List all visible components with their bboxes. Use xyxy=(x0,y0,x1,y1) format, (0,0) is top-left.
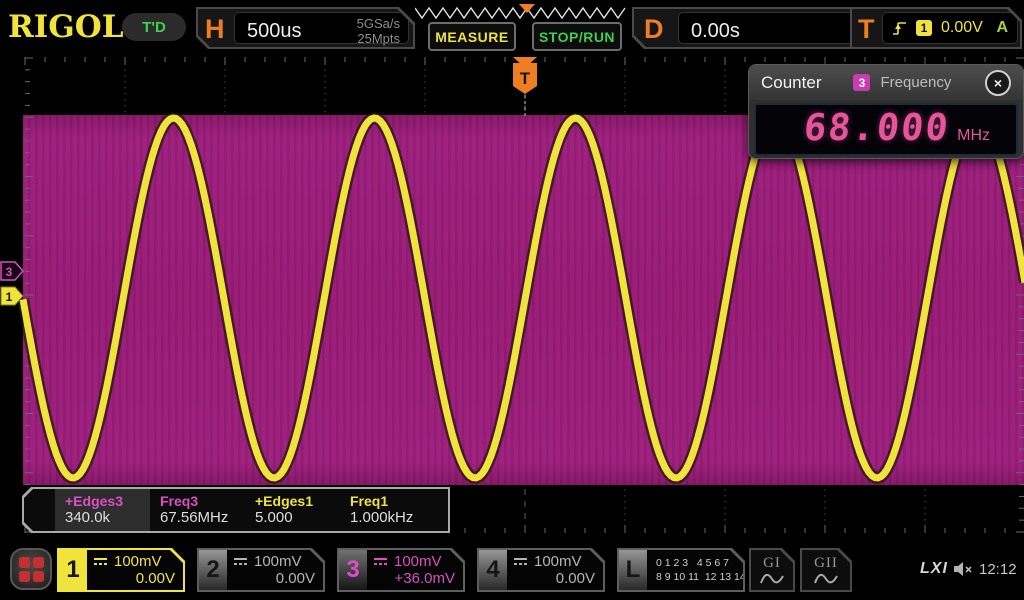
acquisition-info: 5GSa/s 25Mpts xyxy=(357,16,400,46)
bottom-channel-bar: 1 100mV 0.00V 2 xyxy=(0,537,1024,600)
measurement-label: Freq1 xyxy=(350,493,435,509)
measurement-label: +Edges1 xyxy=(255,493,340,509)
corner-fold xyxy=(730,550,743,563)
channel1-number: 1 xyxy=(59,550,87,590)
rising-edge-icon xyxy=(892,20,907,37)
counter-source-badge: 3 xyxy=(853,74,870,91)
measurement-item[interactable]: +Edges1 5.000 xyxy=(245,489,340,531)
channel4-scale: 100mV xyxy=(534,553,582,570)
logic-digit-list: 0 1 2 3 4 5 6 7 8 9 10 11 12 13 14 15 xyxy=(647,550,760,590)
counter-mode: Frequency xyxy=(880,74,951,91)
measure-button[interactable]: MEASURE xyxy=(428,22,516,51)
counter-panel: Counter 3 Frequency × 68.000 MHz xyxy=(748,64,1024,159)
logic-digits-row1: 0 1 2 3 4 5 6 7 xyxy=(656,556,760,570)
horizontal-settings-button[interactable]: H 500us 5GSa/s 25Mpts xyxy=(196,7,415,49)
clock: 12:12 xyxy=(979,561,1017,578)
memory-depth: 25Mpts xyxy=(357,31,400,46)
menu-button[interactable] xyxy=(10,548,52,590)
measurement-item[interactable]: Freq1 1.000kHz xyxy=(340,489,435,531)
sine-wave-icon xyxy=(814,573,838,585)
delay-value: 0.00s xyxy=(691,20,740,43)
overview-trigger-pointer-icon xyxy=(519,4,535,13)
generator2-button[interactable]: GII xyxy=(800,548,852,592)
measurement-item[interactable]: Freq3 67.56MHz xyxy=(150,489,245,531)
trigger-box: 1 0.00V A xyxy=(882,12,1018,44)
measurement-item[interactable]: +Edges3 340.0k xyxy=(55,489,150,531)
timebase-box: 500us 5GSa/s 25Mpts xyxy=(234,12,409,44)
channel1-offset: 0.00V xyxy=(93,570,175,587)
channel3-offset: +36.0mV xyxy=(373,570,455,587)
sine-wave-icon xyxy=(760,573,784,585)
timebase-value: 500us xyxy=(247,20,302,43)
trigger-label: T xyxy=(858,14,875,45)
channel2-offset: 0.00V xyxy=(233,570,315,587)
horizontal-label: H xyxy=(205,14,225,45)
sound-muted-icon[interactable] xyxy=(953,561,973,577)
channel3-marker-label: 3 xyxy=(6,265,13,279)
channel2-number: 2 xyxy=(199,550,227,590)
dc-coupling-icon xyxy=(513,557,528,566)
generator2-label: GII xyxy=(814,555,838,572)
counter-unit: MHz xyxy=(957,127,990,145)
channel1-scale: 100mV xyxy=(114,553,162,570)
channel3-number: 3 xyxy=(339,550,367,590)
stop-run-button[interactable]: STOP/RUN xyxy=(532,22,622,51)
corner-fold xyxy=(170,550,183,563)
corner-fold xyxy=(450,550,463,563)
channel2-button[interactable]: 2 100mV 0.00V xyxy=(197,548,325,592)
counter-title: Counter xyxy=(761,73,821,93)
measurement-value: 5.000 xyxy=(255,509,340,526)
oscilloscope-screen: T 3 1 RIGOL T'D H 500us 5GSa/s 25Mpts xyxy=(0,0,1024,600)
trigger-level-value: 0.00V xyxy=(941,19,983,37)
corner-fold xyxy=(310,550,323,563)
dc-coupling-icon xyxy=(233,557,248,566)
waveform-overview-strip[interactable] xyxy=(415,3,631,21)
channel1-marker-label: 1 xyxy=(6,290,13,304)
close-icon[interactable]: × xyxy=(985,70,1011,96)
logic-label: L xyxy=(619,550,647,590)
counter-display: 68.000 MHz xyxy=(754,103,1018,156)
channel3-offset-marker[interactable]: 3 xyxy=(1,262,23,280)
channel4-offset: 0.00V xyxy=(513,570,595,587)
channel2-scale: 100mV xyxy=(254,553,302,570)
sample-rate: 5GSa/s xyxy=(357,16,400,31)
corner-fold xyxy=(590,550,603,563)
measurement-label: +Edges3 xyxy=(65,493,150,509)
channel1-button[interactable]: 1 100mV 0.00V xyxy=(57,548,185,592)
trigger-flag-label: T xyxy=(520,69,531,88)
channel4-button[interactable]: 4 100mV 0.00V xyxy=(477,548,605,592)
trigger-mode: A xyxy=(996,19,1008,37)
channel3-scale: 100mV xyxy=(394,553,442,570)
measurement-value: 1.000kHz xyxy=(350,509,435,526)
menu-grid-icon xyxy=(19,557,44,582)
trigger-position-flag[interactable]: T xyxy=(513,57,537,118)
rigol-logo: RIGOL xyxy=(8,9,124,45)
trigger-source-badge: 1 xyxy=(916,20,932,36)
dc-coupling-icon xyxy=(93,557,108,566)
measurement-value: 67.56MHz xyxy=(160,509,245,526)
counter-value: 68.000 xyxy=(802,105,952,151)
trigger-status-badge: T'D xyxy=(122,13,186,41)
channel3-button[interactable]: 3 100mV +36.0mV xyxy=(337,548,465,592)
logic-analyzer-button[interactable]: L 0 1 2 3 4 5 6 7 8 9 10 11 12 13 14 15 xyxy=(617,548,745,592)
top-status-bar: RIGOL T'D H 500us 5GSa/s 25Mpts MEASURE … xyxy=(0,0,1024,55)
overview-zigzag xyxy=(415,8,625,18)
logic-digits-row2: 8 9 10 11 12 13 14 15 xyxy=(656,570,760,584)
trigger-settings-button[interactable]: T 1 0.00V A xyxy=(850,7,1022,49)
channel4-number: 4 xyxy=(479,550,507,590)
measurement-label: Freq3 xyxy=(160,493,245,509)
lxi-status: LXI xyxy=(920,560,948,578)
dc-coupling-icon xyxy=(373,557,388,566)
generator1-label: GI xyxy=(763,555,781,572)
counter-header[interactable]: Counter 3 Frequency × xyxy=(749,65,1023,100)
measurement-value: 340.0k xyxy=(65,509,150,526)
measurement-panel: +Edges3 340.0k Freq3 67.56MHz +Edges1 5.… xyxy=(22,487,450,533)
delay-label: D xyxy=(644,14,664,45)
generator1-button[interactable]: GI xyxy=(749,548,795,592)
